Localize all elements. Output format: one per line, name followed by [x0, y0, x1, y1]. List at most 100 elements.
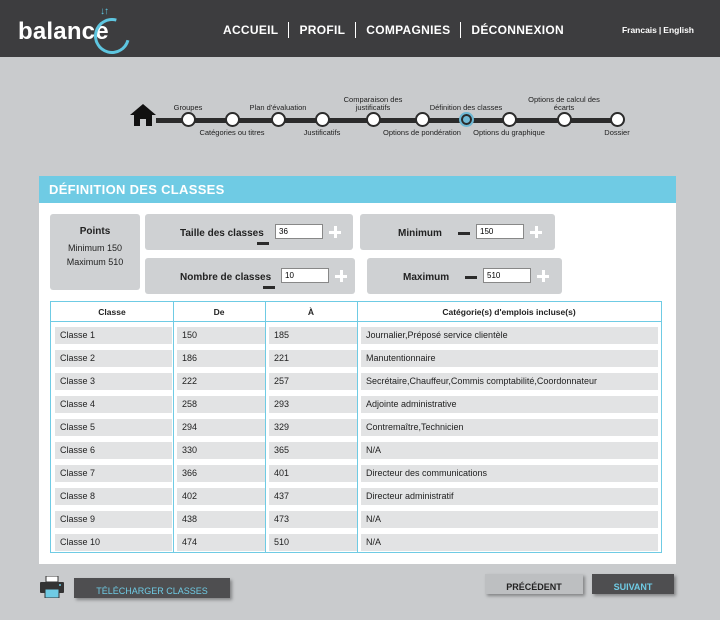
table-row[interactable]: Classe 5 294 329 Contremaître,Technicien [55, 419, 658, 436]
step-label-10[interactable]: Dossier [577, 129, 657, 137]
step-dot-6[interactable] [415, 112, 430, 127]
cell-a: 221 [269, 350, 357, 367]
maximum-plus-icon[interactable] [537, 270, 549, 282]
step-label-4[interactable]: Justificatifs [282, 129, 362, 137]
step-dot-2[interactable] [225, 112, 240, 127]
taille-plus-icon[interactable] [329, 226, 341, 238]
nav-profil[interactable]: PROFIL [289, 23, 355, 37]
step-dot-3[interactable] [271, 112, 286, 127]
step-dot-10[interactable] [610, 112, 625, 127]
previous-button[interactable]: PRÉCÉDENT [485, 574, 583, 594]
step-label-3[interactable]: Plan d'évaluation [238, 104, 318, 112]
next-button[interactable]: SUIVANT [592, 574, 674, 594]
cell-a: 510 [269, 534, 357, 551]
maximum-input[interactable] [483, 268, 531, 283]
nav-deconnexion[interactable]: DÉCONNEXION [461, 23, 574, 37]
step-dot-8[interactable] [502, 112, 517, 127]
cell-de: 330 [177, 442, 265, 459]
nav-accueil[interactable]: ACCUEIL [213, 23, 288, 37]
table-row[interactable]: Classe 2 186 221 Manutentionnaire [55, 350, 658, 367]
cell-classe: Classe 4 [55, 396, 172, 413]
table-row[interactable]: Classe 4 258 293 Adjointe administrative [55, 396, 658, 413]
download-classes-button[interactable]: TÉLÉCHARGER CLASSES [74, 578, 230, 598]
cell-categories: N/A [361, 534, 658, 551]
cell-a: 257 [269, 373, 357, 390]
step-dot-9[interactable] [557, 112, 572, 127]
cell-classe: Classe 9 [55, 511, 172, 528]
minimum-label: Minimum [398, 228, 442, 239]
taille-minus-icon[interactable] [257, 242, 269, 245]
minimum-plus-icon[interactable] [530, 226, 542, 238]
nombre-minus-icon[interactable] [263, 286, 275, 289]
lang-separator: | [658, 25, 662, 35]
cell-classe: Classe 8 [55, 488, 172, 505]
classes-panel: DÉFINITION DES CLASSES Points Minimum 15… [39, 176, 676, 564]
minimum-input[interactable] [476, 224, 524, 239]
table-row[interactable]: Classe 7 366 401 Directeur des communicatio… [55, 465, 658, 482]
panel-title: DÉFINITION DES CLASSES [39, 176, 676, 203]
cell-classe: Classe 6 [55, 442, 172, 459]
cell-a: 329 [269, 419, 357, 436]
minimum-minus-icon[interactable] [458, 232, 470, 235]
cell-de: 366 [177, 465, 265, 482]
nombre-plus-icon[interactable] [335, 270, 347, 282]
step-label-8[interactable]: Options du graphique [469, 129, 549, 137]
printer-icon[interactable] [40, 576, 64, 598]
header-a: À [307, 307, 315, 317]
nombre-control: Nombre de classes [145, 258, 355, 294]
step-dot-7[interactable] [459, 112, 474, 127]
header-de: De [213, 307, 225, 317]
table-header: Classe De À Catégorie(s) d'emplois inclu… [51, 302, 661, 322]
nav-compagnies[interactable]: COMPAGNIES [356, 23, 460, 37]
cell-categories: Manutentionnaire [361, 350, 658, 367]
cell-classe: Classe 1 [55, 327, 172, 344]
cell-a: 365 [269, 442, 357, 459]
taille-label: Taille des classes [180, 228, 264, 239]
cell-categories: N/A [361, 511, 658, 528]
table-row[interactable]: Classe 9 438 473 N/A [55, 511, 658, 528]
cell-classe: Classe 3 [55, 373, 172, 390]
points-maximum: Maximum 510 [66, 257, 124, 267]
lang-english[interactable]: English [663, 25, 694, 35]
step-label-1[interactable]: Groupes [148, 104, 228, 112]
top-header: balance ↓↑ ACCUEIL PROFIL COMPAGNIES DÉC… [0, 0, 720, 61]
points-title: Points [79, 226, 111, 237]
cell-de: 222 [177, 373, 265, 390]
nombre-input[interactable] [281, 268, 329, 283]
step-label-6[interactable]: Options de pondération [382, 129, 462, 137]
table-row[interactable]: Classe 3 222 257 Secrétaire,Chauffeur,Commi… [55, 373, 658, 390]
cell-a: 293 [269, 396, 357, 413]
cell-a: 185 [269, 327, 357, 344]
cell-categories: Journalier,Préposé service clientèle [361, 327, 658, 344]
cell-categories: Directeur des communications [361, 465, 658, 482]
classes-table: Classe De À Catégorie(s) d'emplois inclu… [50, 301, 662, 553]
table-row[interactable]: Classe 1 150 185 Journalier,Préposé service… [55, 327, 658, 344]
cell-de: 474 [177, 534, 265, 551]
step-label-9[interactable]: Options de calcul des écarts [524, 96, 604, 112]
table-row[interactable]: Classe 10 474 510 N/A [55, 534, 658, 551]
taille-input[interactable] [275, 224, 323, 239]
step-dot-1[interactable] [181, 112, 196, 127]
step-label-7[interactable]: Définition des classes [426, 104, 506, 112]
cell-classe: Classe 7 [55, 465, 172, 482]
cell-categories: Adjointe administrative [361, 396, 658, 413]
cell-classe: Classe 2 [55, 350, 172, 367]
points-summary: Points Minimum 150 Maximum 510 [50, 214, 140, 290]
cell-de: 402 [177, 488, 265, 505]
step-dot-4[interactable] [315, 112, 330, 127]
maximum-minus-icon[interactable] [465, 276, 477, 279]
cell-a: 473 [269, 511, 357, 528]
cell-classe: Classe 10 [55, 534, 172, 551]
step-label-2[interactable]: Catégories ou titres [192, 129, 272, 137]
cell-a: 401 [269, 465, 357, 482]
lang-french[interactable]: Francais [622, 25, 657, 35]
balance-logo[interactable]: balance ↓↑ [18, 6, 137, 61]
table-row[interactable]: Classe 6 330 365 N/A [55, 442, 658, 459]
step-label-5[interactable]: Comparaison des justificatifs [333, 96, 413, 112]
step-dot-5[interactable] [366, 112, 381, 127]
table-row[interactable]: Classe 8 402 437 Directeur administratif [55, 488, 658, 505]
cell-de: 294 [177, 419, 265, 436]
main-nav: ACCUEIL PROFIL COMPAGNIES DÉCONNEXION [213, 22, 574, 38]
cell-de: 438 [177, 511, 265, 528]
minimum-control: Minimum [360, 214, 555, 250]
